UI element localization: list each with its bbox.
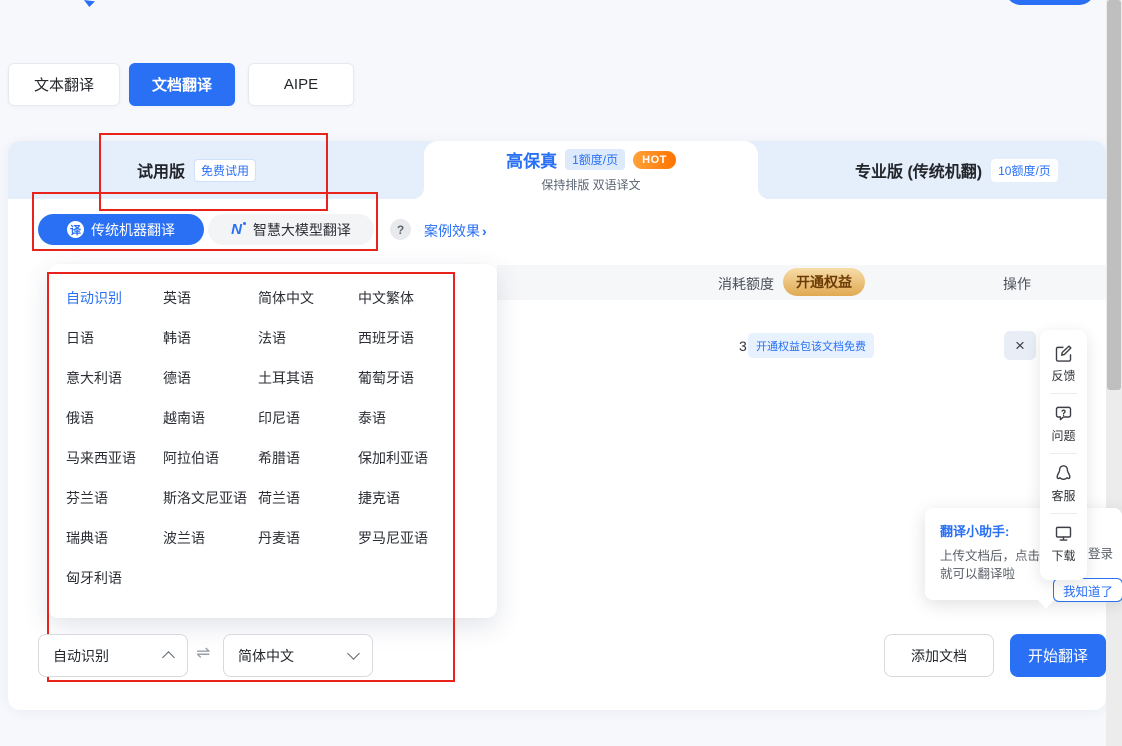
benefit-note-badge: 开通权益包该文档免费: [748, 333, 874, 358]
document-translation-page: 文本翻译 文档翻译 AIPE 试用版 免费试用 高保真 1额度/页 HOT 保持…: [0, 0, 1122, 746]
row-credit-count: 3: [739, 338, 747, 354]
edit-icon: [1053, 343, 1074, 364]
language-dropdown-panel: 自动识别英语简体中文中文繁体日语韩语法语西班牙语意大利语德语土耳其语葡萄牙语俄语…: [48, 264, 497, 618]
language-option[interactable]: 波兰语: [163, 528, 258, 568]
translate-icon: 译: [67, 221, 84, 238]
traditional-mt-label: 传统机器翻译: [91, 220, 175, 240]
chevron-up-icon: [162, 651, 175, 664]
language-option[interactable]: 葡萄牙语: [358, 368, 478, 408]
header-action: 操作: [1003, 274, 1031, 294]
cursor-icon: [84, 0, 95, 7]
help-icon[interactable]: ?: [390, 219, 411, 240]
source-language-select[interactable]: 自动识别: [38, 634, 188, 677]
language-option[interactable]: 越南语: [163, 408, 258, 448]
hot-badge: HOT: [633, 151, 676, 169]
target-language-value: 简体中文: [238, 646, 294, 666]
tab-document-translation[interactable]: 文档翻译: [129, 63, 235, 106]
hifi-subtitle: 保持排版 双语译文: [541, 176, 640, 193]
question-label: 问题: [1051, 427, 1075, 444]
feedback-button[interactable]: 反馈: [1051, 338, 1075, 389]
language-option[interactable]: 中文繁体: [358, 288, 478, 328]
traditional-mt-button[interactable]: 译 传统机器翻译: [38, 214, 204, 245]
divider: [1050, 513, 1077, 514]
feedback-label: 反馈: [1051, 367, 1075, 384]
language-option[interactable]: 瑞典语: [66, 528, 163, 568]
hifi-title: 高保真: [506, 147, 557, 172]
divider: [1050, 393, 1077, 394]
top-right-cutoff-button[interactable]: [1005, 0, 1095, 5]
language-option[interactable]: 马来西亚语: [66, 448, 163, 488]
customer-service-label: 客服: [1051, 487, 1075, 504]
language-option[interactable]: 斯洛文尼亚语: [163, 488, 258, 528]
download-label: 下载: [1051, 547, 1075, 564]
source-language-value: 自动识别: [53, 646, 109, 666]
tooltip-title: 翻译小助手:: [940, 521, 1122, 540]
question-icon: [1053, 403, 1074, 424]
scrollbar-track[interactable]: [1106, 0, 1122, 746]
language-option[interactable]: 泰语: [358, 408, 478, 448]
close-icon: ×: [1015, 336, 1025, 356]
tooltip-line1-tail: 登录: [1088, 543, 1113, 562]
language-option[interactable]: 日语: [66, 328, 163, 368]
language-grid: 自动识别英语简体中文中文繁体日语韩语法语西班牙语意大利语德语土耳其语葡萄牙语俄语…: [66, 288, 497, 608]
header-consume-credits: 消耗额度: [718, 274, 774, 294]
got-it-button[interactable]: 我知道了: [1053, 578, 1122, 602]
customer-service-button[interactable]: 客服: [1051, 458, 1075, 509]
language-option[interactable]: 俄语: [66, 408, 163, 448]
language-option[interactable]: 捷克语: [358, 488, 478, 528]
monitor-icon: [1053, 523, 1074, 544]
start-translation-button[interactable]: 开始翻译: [1010, 634, 1106, 677]
language-option[interactable]: 韩语: [163, 328, 258, 368]
download-button[interactable]: 下载: [1051, 518, 1075, 569]
language-option[interactable]: 罗马尼亚语: [358, 528, 478, 568]
language-option[interactable]: 阿拉伯语: [163, 448, 258, 488]
question-button[interactable]: 问题: [1051, 398, 1075, 449]
plan-tab-professional[interactable]: 专业版 (传统机翻) 10额度/页: [855, 141, 1058, 199]
add-document-button[interactable]: 添加文档: [884, 634, 994, 677]
table-header: 消耗额度 开通权益 操作: [497, 265, 1106, 300]
hifi-price-badge: 1额度/页: [565, 149, 625, 170]
pro-title: 专业版 (传统机翻): [855, 158, 982, 182]
language-option[interactable]: 丹麦语: [258, 528, 358, 568]
llm-translation-button[interactable]: N 智慧大模型翻译: [208, 214, 374, 245]
side-action-panel: 反馈 问题 客服 下载: [1040, 330, 1087, 580]
language-option[interactable]: 荷兰语: [258, 488, 358, 528]
plan-tab-trial[interactable]: 试用版 免费试用: [137, 141, 256, 199]
tab-text-translation[interactable]: 文本翻译: [8, 63, 120, 106]
language-option[interactable]: 希腊语: [258, 448, 358, 488]
language-option[interactable]: 土耳其语: [258, 368, 358, 408]
language-option[interactable]: 西班牙语: [358, 328, 478, 368]
pro-price-badge: 10额度/页: [991, 159, 1058, 182]
chevron-down-icon: [347, 647, 360, 660]
language-option[interactable]: 法语: [258, 328, 358, 368]
chevron-right-icon: ›: [482, 223, 487, 239]
language-option[interactable]: 自动识别: [66, 288, 163, 328]
plan-tab-high-fidelity[interactable]: 高保真 1额度/页 HOT 保持排版 双语译文: [424, 141, 758, 199]
language-option[interactable]: 匈牙利语: [66, 568, 163, 608]
target-language-select[interactable]: 简体中文: [223, 634, 373, 677]
swap-languages-icon[interactable]: ⇌: [196, 643, 210, 663]
language-option[interactable]: 保加利亚语: [358, 448, 478, 488]
niutrans-n-icon: N: [231, 221, 246, 238]
language-option[interactable]: 意大利语: [66, 368, 163, 408]
case-examples-link[interactable]: 案例效果›: [424, 221, 487, 241]
remove-document-button[interactable]: ×: [1004, 331, 1036, 360]
language-option[interactable]: 简体中文: [258, 288, 358, 328]
free-trial-badge: 免费试用: [194, 159, 256, 182]
llm-translation-label: 智慧大模型翻译: [253, 220, 351, 240]
case-examples-label: 案例效果: [424, 223, 480, 239]
trial-title: 试用版: [137, 158, 185, 182]
language-option[interactable]: 芬兰语: [66, 488, 163, 528]
language-option[interactable]: 英语: [163, 288, 258, 328]
qq-icon: [1053, 463, 1074, 484]
footer-bar: 自动识别 ⇌ 简体中文 添加文档 开始翻译: [8, 625, 1106, 710]
language-option[interactable]: 德语: [163, 368, 258, 408]
tab-aipe[interactable]: AIPE: [248, 63, 354, 106]
scrollbar-thumb[interactable]: [1107, 0, 1121, 390]
divider: [1050, 453, 1077, 454]
language-option[interactable]: 印尼语: [258, 408, 358, 448]
open-benefits-button[interactable]: 开通权益: [783, 268, 865, 296]
